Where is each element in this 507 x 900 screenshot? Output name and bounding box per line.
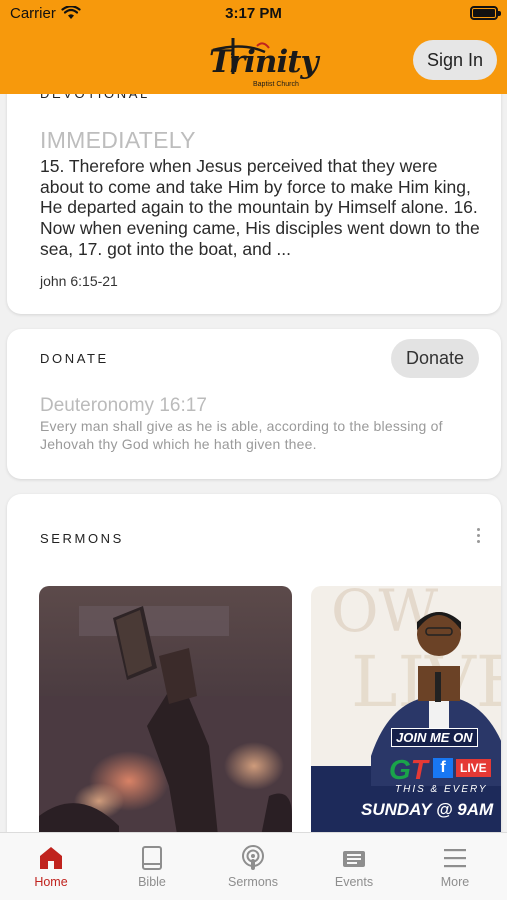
this-every-text: THIS & EVERY: [395, 784, 488, 795]
devotional-card[interactable]: DEVOTIONAL IMMEDIATELY 15. Therefore whe…: [7, 60, 501, 314]
book-icon: [142, 846, 162, 870]
tab-label: Sermons: [227, 875, 279, 889]
donate-button[interactable]: Donate: [391, 339, 479, 378]
battery-icon: [470, 6, 501, 20]
join-text: JOIN ME ON: [391, 728, 478, 747]
tab-more[interactable]: More: [405, 833, 505, 900]
tab-label: Events: [334, 875, 374, 889]
newspaper-icon: [343, 851, 365, 867]
sermon-thumbnail[interactable]: [39, 586, 292, 846]
sermons-card: SERMONS OW JOIN ME ON GT f LIVE THIS & E…: [7, 494, 501, 854]
clock: 3:17 PM: [225, 5, 282, 22]
facebook-icon: f: [433, 758, 453, 778]
devotional-heading: IMMEDIATELY: [40, 127, 196, 153]
logo-wordmark: Trinity: [209, 44, 319, 80]
sign-in-button[interactable]: Sign In: [413, 40, 497, 80]
tab-bible[interactable]: Bible: [102, 833, 202, 900]
church-logo[interactable]: Trinity Baptist Church: [203, 34, 319, 94]
devotional-reference: john 6:15-21: [40, 273, 118, 289]
donate-heading: Deuteronomy 16:17: [40, 395, 207, 416]
donate-card: DONATE Donate Deuteronomy 16:17 Every ma…: [7, 329, 501, 479]
tab-home[interactable]: Home: [1, 833, 101, 900]
tab-label: More: [440, 875, 470, 889]
worship-hands-bible-photo: [39, 606, 292, 846]
sermon-thumbnail[interactable]: OW LIVE JOIN ME ON GT f LIVE THIS & EVER…: [311, 586, 501, 846]
more-options-icon[interactable]: [473, 528, 483, 548]
tab-label: Home: [34, 875, 68, 889]
tab-events[interactable]: Events: [304, 833, 404, 900]
donate-title: DONATE: [40, 351, 109, 366]
tab-bar: Home Bible Sermons Events More: [0, 832, 507, 900]
gt-logo: GT: [389, 754, 428, 785]
podcast-icon: [242, 845, 264, 870]
logo-subtitle: Baptist Church: [253, 81, 299, 88]
donate-body: Every man shall give as he is able, acco…: [40, 418, 443, 452]
status-bar: Carrier 3:17 PM: [0, 0, 507, 28]
devotional-body: 15. Therefore when Jesus perceived that …: [40, 156, 480, 259]
home-icon: [40, 847, 62, 869]
tab-sermons[interactable]: Sermons: [203, 833, 303, 900]
live-badge: LIVE: [456, 759, 491, 777]
tab-label: Bible: [138, 875, 166, 889]
day-text: SUNDAY @ 9AM: [361, 800, 494, 819]
menu-icon: [444, 849, 466, 868]
app-header: Carrier 3:17 PM Trinity Baptist Church S…: [0, 0, 507, 94]
sermons-title: SERMONS: [40, 531, 124, 546]
